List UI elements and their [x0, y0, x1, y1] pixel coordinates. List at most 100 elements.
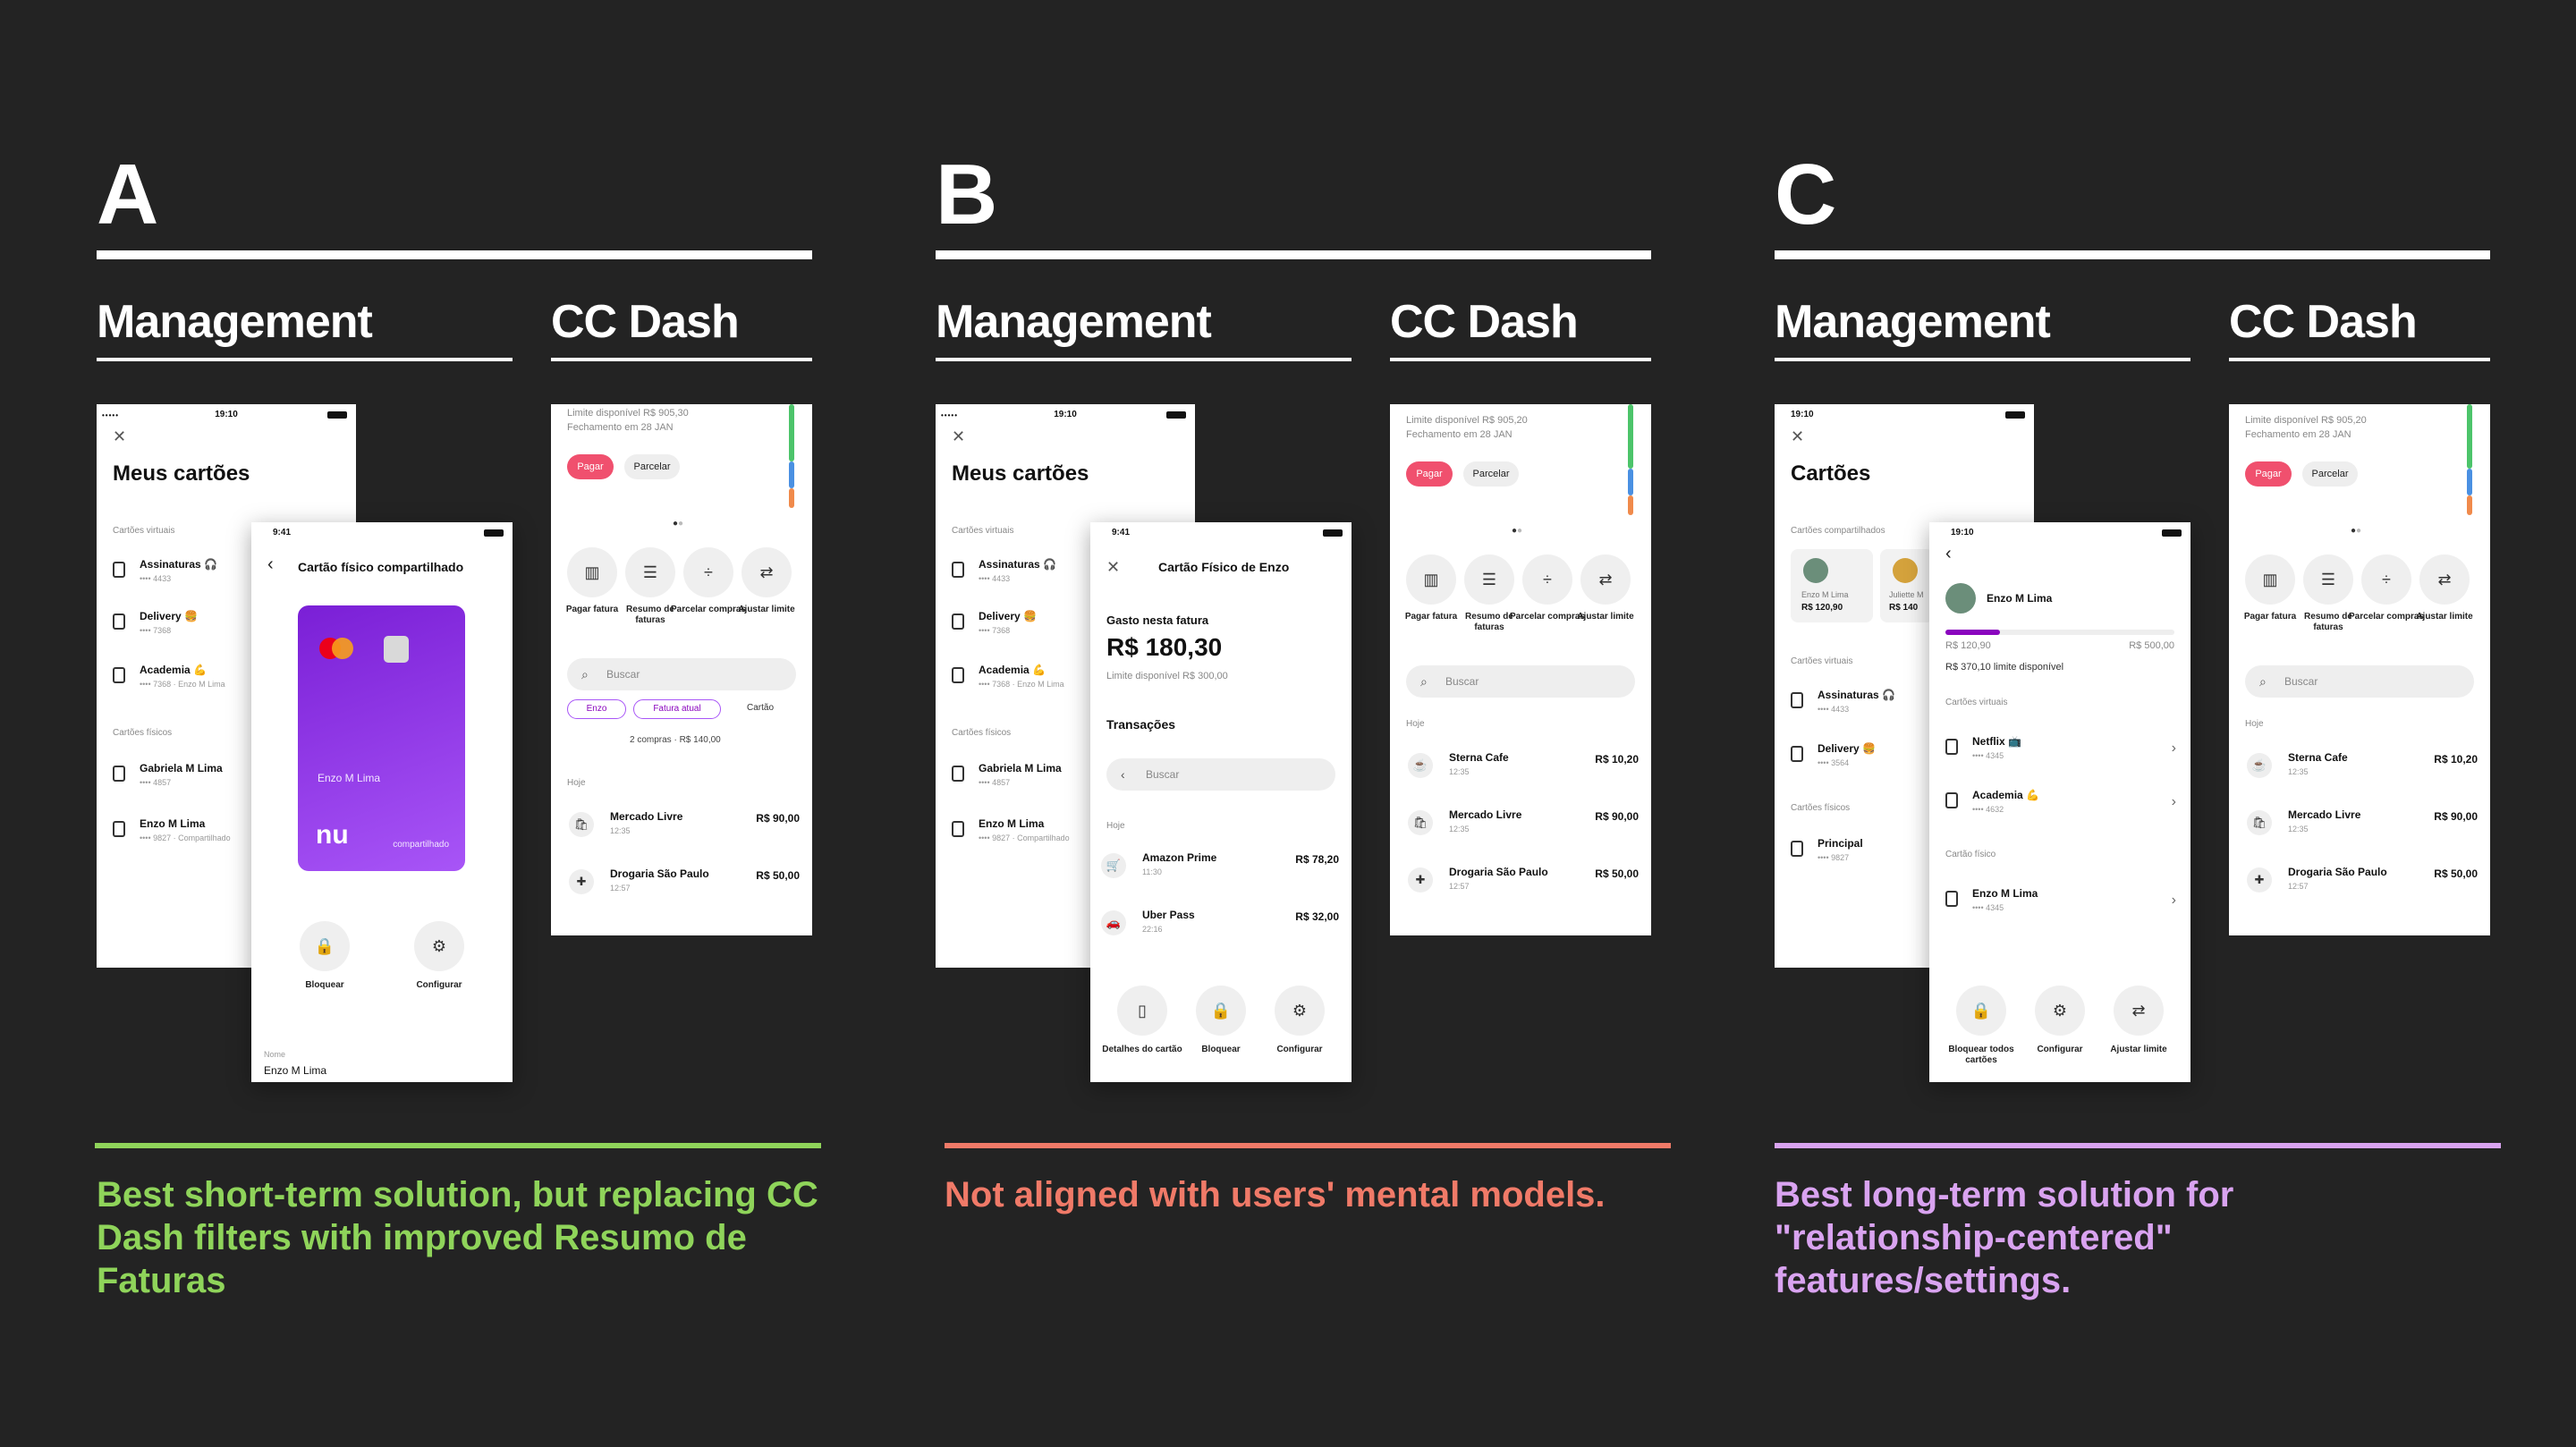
divide-icon: ÷	[704, 563, 713, 581]
close-icon[interactable]: ✕	[113, 427, 126, 446]
search-input[interactable]: ‹ Buscar	[1106, 758, 1335, 791]
search-icon: ⌕	[1420, 674, 1428, 689]
gear-icon: ⚙	[1292, 1002, 1308, 1020]
adjust-limit-button[interactable]: ⇄	[741, 547, 792, 597]
installments-button[interactable]: ÷	[683, 547, 733, 597]
c-dash-screen: Limite disponível R$ 905,20 Fechamento e…	[2229, 404, 2490, 935]
configure-button[interactable]: ⚙	[1275, 986, 1325, 1036]
bill-summary-button[interactable]: ☰	[1464, 554, 1514, 605]
card-tag: compartilhado	[393, 840, 449, 850]
transaction-row[interactable]: 🛍 Mercado Livre 12:35 R$ 90,00	[1408, 805, 1639, 844]
card-holder: Enzo M Lima	[318, 772, 381, 784]
pharmacy-icon: ✚	[2247, 867, 2272, 893]
page-title: Cartões	[1791, 461, 1871, 486]
close-icon[interactable]: ✕	[1106, 558, 1120, 577]
search-input[interactable]: ⌕ Buscar	[567, 658, 796, 690]
management-label-c: Management	[1775, 296, 2051, 348]
chip-icon	[384, 636, 409, 663]
search-icon: ⌕	[581, 667, 589, 681]
nu-logo: nu	[316, 820, 349, 850]
adjust-limit-button[interactable]: ⇄	[2419, 554, 2470, 605]
card-row[interactable]: Academia 💪 •••• 4632 ›	[1945, 787, 2182, 823]
installments-button[interactable]: ÷	[1522, 554, 1572, 605]
transaction-row[interactable]: ✚ Drogaria São Paulo 12:57 R$ 50,00	[2247, 862, 2478, 901]
pay-button[interactable]: Pagar	[1406, 461, 1453, 487]
summary-text: 2 compras · R$ 140,00	[630, 735, 721, 745]
adjust-limit-button[interactable]: ⇄	[1580, 554, 1631, 605]
card-icon	[113, 562, 125, 578]
closing-text: Fechamento em 28 JAN	[2245, 429, 2351, 440]
transaction-row[interactable]: ☕ Sterna Cafe 12:35 R$ 10,20	[1408, 748, 1639, 787]
lock-all-button[interactable]: 🔒	[1956, 986, 2006, 1036]
pay-bill-button[interactable]: ▥	[1406, 554, 1456, 605]
dash-underline-a	[551, 358, 812, 361]
transaction-row[interactable]: 🚗 Uber Pass 22:16 R$ 32,00	[1101, 905, 1339, 944]
car-icon: 🚗	[1101, 910, 1126, 935]
column-letter-c: C	[1775, 147, 1837, 242]
card-row[interactable]: Netflix 📺 •••• 4345 ›	[1945, 733, 2182, 769]
card-icon	[952, 821, 964, 837]
split-button[interactable]: Parcelar	[1463, 461, 1519, 487]
pay-bill-button[interactable]: ▥	[567, 547, 617, 597]
note-line-b	[945, 1143, 1671, 1148]
bill-summary-button[interactable]: ☰	[2303, 554, 2353, 605]
card-row[interactable]: Enzo M Lima •••• 4345 ›	[1945, 885, 2182, 921]
lock-button[interactable]: 🔒	[300, 921, 350, 971]
sliders-icon: ⇄	[2437, 571, 2452, 588]
filter-chip[interactable]: Enzo	[567, 699, 626, 719]
section-label: Cartão físico	[1945, 850, 1996, 859]
card-icon	[952, 562, 964, 578]
configure-button[interactable]: ⚙	[2035, 986, 2085, 1036]
close-icon[interactable]: ✕	[1791, 427, 1804, 446]
search-input[interactable]: ⌕ Buscar	[2245, 665, 2474, 698]
lock-label: Bloquear	[305, 980, 344, 990]
shared-card-tile[interactable]: Enzo M Lima R$ 120,90	[1791, 549, 1873, 622]
transaction-row[interactable]: ✚ Drogaria São Paulo 12:57 R$ 50,00	[1408, 862, 1639, 901]
pay-button[interactable]: Pagar	[2245, 461, 2292, 487]
dash-label-c: CC Dash	[2229, 296, 2418, 348]
lock-button[interactable]: 🔒	[1196, 986, 1246, 1036]
close-icon[interactable]: ✕	[952, 427, 965, 446]
card-icon	[1945, 792, 1958, 808]
bill-summary-button[interactable]: ☰	[625, 547, 675, 597]
avatar	[1803, 558, 1828, 583]
search-input[interactable]: ⌕ Buscar	[1406, 665, 1635, 698]
dash-label-b: CC Dash	[1390, 296, 1579, 348]
b-card-detail-screen: 9:41 ✕ Cartão Físico de Enzo Gasto nesta…	[1090, 522, 1352, 1082]
limit-text: Limite disponível R$ 905,30	[567, 408, 689, 419]
used-value: R$ 120,90	[1945, 640, 1991, 651]
installments-button[interactable]: ÷	[2361, 554, 2411, 605]
management-underline-b	[936, 358, 1352, 361]
gear-icon: ⚙	[431, 937, 447, 955]
card-icon: ▯	[1138, 1002, 1147, 1020]
back-arrow-icon[interactable]: ‹	[1945, 544, 1952, 564]
available-text: R$ 370,10 limite disponível	[1945, 662, 2064, 673]
card-details-button[interactable]: ▯	[1117, 986, 1167, 1036]
card-icon	[113, 667, 125, 683]
configure-button[interactable]: ⚙	[414, 921, 464, 971]
shared-card-tile[interactable]: Juliette M R$ 140	[1880, 549, 1934, 622]
barcode-icon: ▥	[2262, 571, 2278, 588]
adjust-limit-button[interactable]: ⇄	[2114, 986, 2164, 1036]
pay-button[interactable]: Pagar	[567, 454, 614, 479]
back-arrow-icon[interactable]: ‹	[267, 554, 274, 575]
lock-icon: 🔒	[1970, 1002, 1992, 1020]
transaction-row[interactable]: 🛒 Amazon Prime 11:30 R$ 78,20	[1101, 848, 1339, 887]
transaction-row[interactable]: 🛍 Mercado Livre 12:35 R$ 90,00	[569, 807, 800, 846]
shopping-bag-icon: 🛍	[1408, 810, 1433, 835]
filter-chip[interactable]: Fatura atual	[633, 699, 721, 719]
pay-bill-button[interactable]: ▥	[2245, 554, 2295, 605]
person-name: Enzo M Lima	[1987, 592, 2053, 605]
card-icon	[952, 667, 964, 683]
screen-title: Cartão Físico de Enzo	[1158, 560, 1290, 574]
split-button[interactable]: Parcelar	[624, 454, 680, 479]
transaction-row[interactable]: 🛍 Mercado Livre 12:35 R$ 90,00	[2247, 805, 2478, 844]
card-icon	[1791, 692, 1803, 708]
split-button[interactable]: Parcelar	[2302, 461, 2358, 487]
transaction-row[interactable]: ☕ Sterna Cafe 12:35 R$ 10,20	[2247, 748, 2478, 787]
list-icon: ☰	[2320, 571, 2336, 588]
filter-chip[interactable]: Cartão	[730, 699, 791, 719]
lock-icon: 🔒	[1210, 1002, 1232, 1020]
transaction-row[interactable]: ✚ Drogaria São Paulo 12:57 R$ 50,00	[569, 864, 800, 903]
credit-card[interactable]: Enzo M Lima nu compartilhado	[298, 605, 465, 871]
